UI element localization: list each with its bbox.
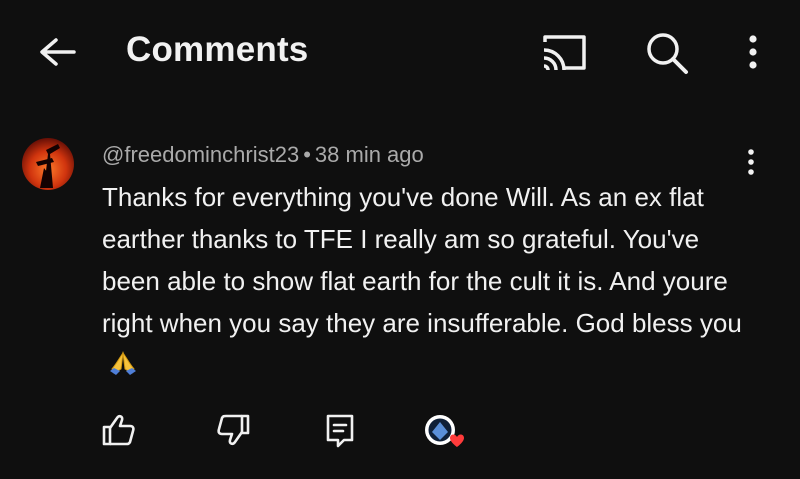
comment-more-button[interactable] xyxy=(736,144,766,180)
creator-heart-badge xyxy=(420,410,470,456)
more-options-button[interactable] xyxy=(738,30,768,80)
comment-body: Thanks for everything you've done Will. … xyxy=(102,176,742,386)
like-button[interactable] xyxy=(98,410,138,450)
search-icon xyxy=(647,33,688,74)
dislike-button[interactable] xyxy=(214,410,254,450)
avatar[interactable] xyxy=(22,138,74,190)
more-vertical-icon xyxy=(748,149,754,175)
comment-item: @freedominchrist23 • 38 min ago Thanks for… xyxy=(0,120,800,460)
arrow-left-icon xyxy=(40,38,76,66)
search-button[interactable] xyxy=(642,28,692,78)
comment-actions xyxy=(0,410,800,460)
creator-heart-icon xyxy=(425,415,464,447)
cross-silhouette-icon xyxy=(36,144,60,188)
cast-button[interactable] xyxy=(540,30,590,76)
comment-time: 38 min ago xyxy=(314,142,424,167)
reply-icon xyxy=(326,414,354,448)
page-title: Comments xyxy=(126,30,309,69)
more-vertical-icon xyxy=(749,35,757,69)
folded-hands-icon xyxy=(108,349,138,377)
reply-button[interactable] xyxy=(320,410,360,450)
meta-separator: • xyxy=(303,142,311,167)
comment-text: Thanks for everything you've done Will. … xyxy=(102,182,742,338)
thumbs-down-icon xyxy=(217,414,250,446)
comment-author[interactable]: @freedominchrist23 xyxy=(102,142,299,167)
back-button[interactable] xyxy=(34,30,82,78)
thumbs-up-icon xyxy=(102,414,135,446)
cast-icon xyxy=(543,35,586,71)
top-app-bar: Comments xyxy=(0,0,800,104)
comment-meta: @freedominchrist23 • 38 min ago xyxy=(102,142,424,168)
